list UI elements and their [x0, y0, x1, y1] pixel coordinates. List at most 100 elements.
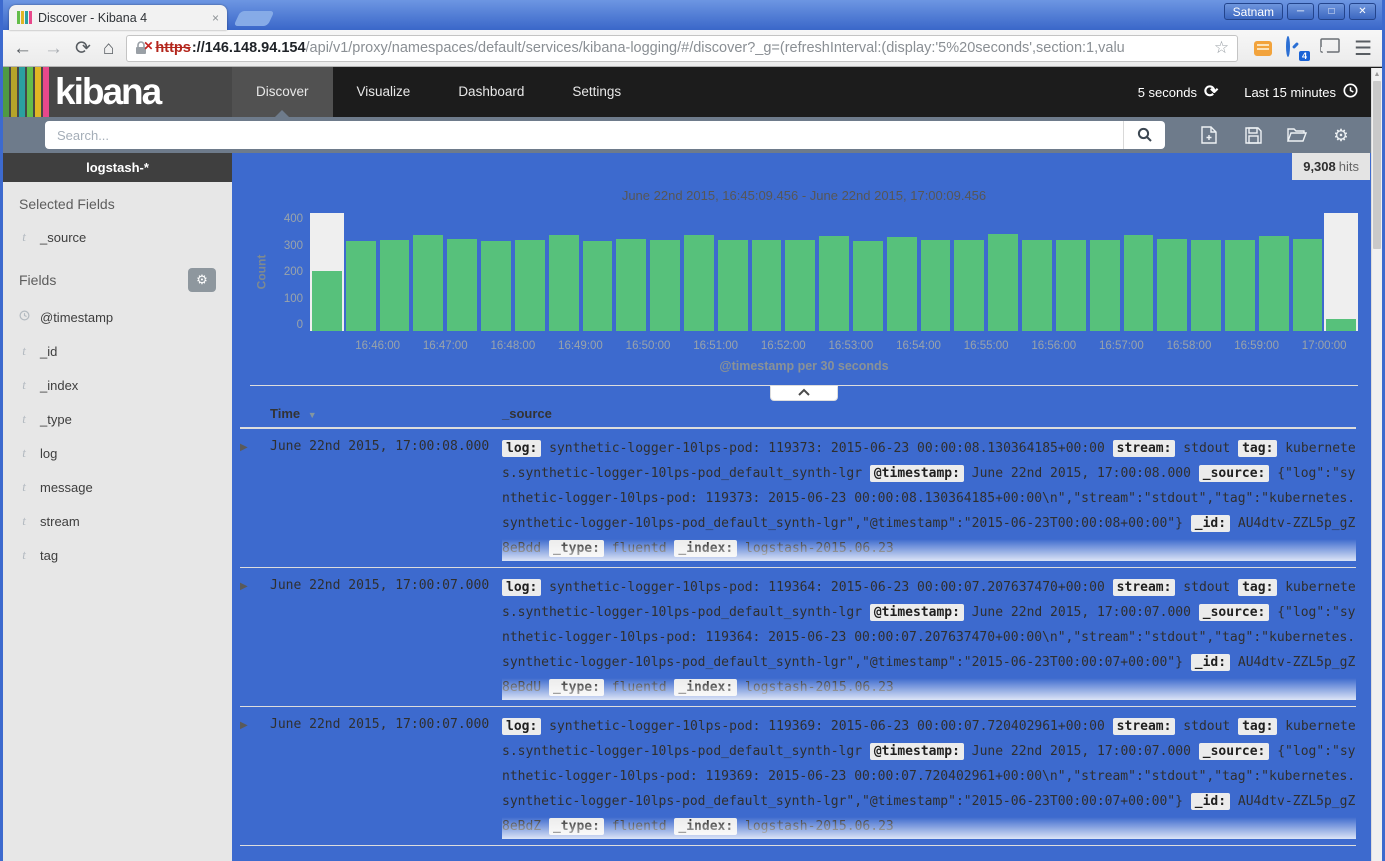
histogram-bar[interactable] — [752, 240, 782, 331]
histogram-bar-slot[interactable] — [986, 213, 1020, 331]
nav-tab-dashboard[interactable]: Dashboard — [434, 67, 548, 117]
field-item-message[interactable]: tmessage — [3, 470, 232, 504]
histogram-bar-slot[interactable] — [1257, 213, 1291, 331]
histogram-bar[interactable] — [1157, 239, 1187, 331]
browser-tab[interactable]: Discover - Kibana 4 × — [9, 5, 227, 30]
field-item-timestamp[interactable]: @timestamp — [3, 300, 232, 334]
histogram-bar-slot[interactable] — [1223, 213, 1257, 331]
bookmark-star-icon[interactable]: ☆ — [1214, 38, 1229, 58]
histogram-bar[interactable] — [380, 240, 410, 331]
histogram-bar-slot[interactable] — [547, 213, 581, 331]
histogram-bar[interactable] — [921, 240, 951, 331]
search-button[interactable] — [1123, 121, 1165, 149]
histogram-bar[interactable] — [887, 237, 917, 331]
time-range-picker[interactable]: Last 15 minutes — [1244, 83, 1358, 101]
histogram-bar[interactable] — [1056, 240, 1086, 331]
histogram-bar-slot[interactable] — [1155, 213, 1189, 331]
field-item-log[interactable]: tlog — [3, 436, 232, 470]
time-column-header[interactable]: Time ▼ — [270, 406, 502, 421]
reload-icon[interactable]: ⟳ — [75, 39, 91, 58]
histogram-bar-slot[interactable] — [513, 213, 547, 331]
refresh-interval-picker[interactable]: 5 seconds ⟳ — [1138, 82, 1219, 102]
new-search-icon[interactable] — [1187, 126, 1231, 144]
histogram-bar-slot[interactable] — [445, 213, 479, 331]
histogram-bar-slot[interactable] — [614, 213, 648, 331]
histogram-bar[interactable] — [481, 241, 511, 331]
histogram-bar[interactable] — [583, 241, 613, 331]
histogram-bar[interactable] — [785, 240, 815, 331]
histogram-bar[interactable] — [819, 236, 849, 331]
nav-tab-visualize[interactable]: Visualize — [333, 67, 435, 117]
histogram-bar[interactable] — [447, 239, 477, 331]
histogram-bar-slot[interactable] — [1020, 213, 1054, 331]
histogram-bar-slot[interactable] — [581, 213, 615, 331]
histogram-bar[interactable] — [1326, 319, 1356, 331]
histogram-bar-slot[interactable] — [885, 213, 919, 331]
histogram-bar-slot[interactable] — [1189, 213, 1223, 331]
expand-row-icon[interactable]: ▶ — [240, 436, 270, 561]
histogram-bar-slot[interactable] — [1088, 213, 1122, 331]
expand-row-icon[interactable]: ▶ — [240, 575, 270, 700]
field-item-id[interactable]: t_id — [3, 334, 232, 368]
scrollbar-thumb[interactable] — [1373, 81, 1381, 249]
histogram-bar-slot[interactable] — [716, 213, 750, 331]
tab-close-icon[interactable]: × — [212, 11, 219, 25]
minimize-button[interactable]: ─ — [1287, 3, 1314, 20]
histogram-bar[interactable] — [346, 241, 376, 331]
histogram-bar-slot[interactable] — [378, 213, 412, 331]
histogram-bar[interactable] — [549, 235, 579, 331]
cast-icon[interactable] — [1320, 38, 1340, 59]
histogram-bar-slot[interactable] — [783, 213, 817, 331]
histogram-bar[interactable] — [853, 241, 883, 331]
histogram-bar[interactable] — [988, 234, 1018, 331]
histogram-bar[interactable] — [1259, 236, 1289, 331]
histogram-bar-slot[interactable] — [411, 213, 445, 331]
histogram-bar[interactable] — [684, 235, 714, 331]
histogram-bar-slot[interactable] — [682, 213, 716, 331]
back-icon[interactable]: ← — [13, 39, 32, 58]
collapse-chart-button[interactable] — [770, 386, 838, 401]
histogram-bar[interactable] — [616, 239, 646, 331]
histogram-bar-slot[interactable] — [1291, 213, 1325, 331]
fields-settings-button[interactable]: ⚙ — [188, 268, 216, 292]
field-item-stream[interactable]: tstream — [3, 504, 232, 538]
histogram-bar-slot[interactable] — [952, 213, 986, 331]
home-icon[interactable]: ⌂ — [103, 39, 114, 58]
open-search-icon[interactable] — [1275, 127, 1319, 143]
nav-tab-discover[interactable]: Discover — [232, 67, 333, 117]
expand-row-icon[interactable]: ▶ — [240, 714, 270, 839]
settings-gear-icon[interactable]: ⚙ — [1319, 127, 1363, 144]
extension-phone-icon[interactable]: 4 — [1286, 38, 1306, 58]
histogram-bar[interactable] — [413, 235, 443, 331]
scrollbar-up-arrow[interactable]: ▲ — [1372, 68, 1382, 78]
histogram-bar[interactable] — [515, 240, 545, 331]
save-search-icon[interactable] — [1231, 127, 1275, 144]
field-item-source[interactable]: t_source — [3, 220, 232, 254]
menu-icon[interactable]: ☰ — [1354, 36, 1372, 61]
histogram-plot[interactable] — [310, 213, 1358, 331]
histogram-bar-slot[interactable] — [1324, 213, 1358, 331]
histogram-bar[interactable] — [1022, 240, 1052, 331]
histogram-bar-slot[interactable] — [851, 213, 885, 331]
maximize-button[interactable]: □ — [1318, 3, 1345, 20]
search-input[interactable] — [45, 121, 1123, 149]
histogram-bar-slot[interactable] — [750, 213, 784, 331]
histogram-bar-slot[interactable] — [919, 213, 953, 331]
histogram-bar-slot[interactable] — [479, 213, 513, 331]
histogram-bar[interactable] — [1124, 235, 1154, 331]
histogram-bar[interactable] — [718, 240, 748, 331]
histogram-bar-slot[interactable] — [1122, 213, 1156, 331]
histogram-bar-slot[interactable] — [648, 213, 682, 331]
new-tab-button[interactable] — [234, 11, 275, 26]
user-profile-button[interactable]: Satnam — [1224, 3, 1283, 20]
field-item-tag[interactable]: ttag — [3, 538, 232, 572]
histogram-bar[interactable] — [954, 240, 984, 331]
forward-icon[interactable]: → — [44, 39, 63, 58]
close-button[interactable]: ✕ — [1349, 3, 1376, 20]
histogram-bar[interactable] — [650, 240, 680, 331]
histogram-bar[interactable] — [312, 271, 342, 331]
histogram-bar[interactable] — [1225, 240, 1255, 331]
histogram-bar-slot[interactable] — [817, 213, 851, 331]
extension-orange-icon[interactable] — [1254, 41, 1272, 56]
histogram-bar[interactable] — [1090, 240, 1120, 331]
